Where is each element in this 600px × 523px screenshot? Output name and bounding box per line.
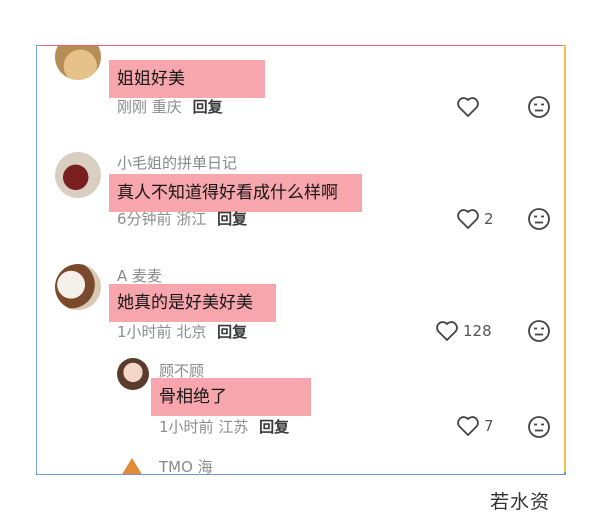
avatar[interactable] (55, 46, 101, 80)
heart-icon (457, 97, 479, 117)
comment-time: 1小时前 (117, 323, 172, 341)
comment-location: 北京 (176, 323, 207, 341)
comment-meta: 1小时前 江苏 回复 (159, 416, 289, 437)
comment-time: 刚刚 (117, 98, 148, 116)
avatar[interactable] (117, 358, 149, 390)
dislike-button[interactable] (527, 415, 551, 443)
comment-list[interactable]: 姐姐好美 刚刚 重庆 回复 小毛姐的拼单日记 真人不知道得好看成什么样啊 6分钟… (37, 46, 564, 474)
avatar[interactable] (55, 264, 101, 310)
heart-icon (457, 416, 479, 436)
reply-button[interactable]: 回复 (259, 418, 289, 436)
comment-username[interactable]: TMO 海 (159, 456, 213, 474)
like-count: 2 (484, 210, 494, 228)
watermark: 若水资 (490, 491, 551, 513)
comment-location: 江苏 (218, 418, 249, 436)
comment-meta: 6分钟前 浙江 回复 (117, 208, 247, 229)
dislike-face-icon (528, 416, 550, 438)
dislike-face-icon (528, 96, 550, 118)
dislike-face-icon (528, 208, 550, 230)
reply-button[interactable]: 回复 (217, 210, 247, 228)
like-button[interactable]: 128 (435, 320, 492, 342)
comment-username[interactable]: A 麦麦 (117, 265, 162, 286)
comment-text: 骨相绝了 (151, 378, 311, 416)
like-count: 128 (463, 322, 492, 340)
avatar[interactable] (121, 458, 143, 474)
like-button[interactable]: 2 (456, 208, 494, 230)
reply-button[interactable]: 回复 (217, 323, 247, 341)
comment-text: 她真的是好美好美 (109, 284, 276, 322)
like-button[interactable] (456, 96, 484, 118)
comment-meta: 1小时前 北京 回复 (117, 321, 247, 342)
comment-location: 浙江 (176, 210, 207, 228)
like-count: 7 (484, 417, 494, 435)
dislike-button[interactable] (527, 95, 551, 123)
comment-meta: 刚刚 重庆 回复 (117, 96, 223, 117)
heart-icon (436, 321, 458, 341)
comment-time: 1小时前 (159, 418, 214, 436)
comment-text: 真人不知道得好看成什么样啊 (109, 174, 362, 212)
comment-time: 6分钟前 (117, 210, 172, 228)
like-button[interactable]: 7 (456, 415, 494, 437)
reply-button[interactable]: 回复 (193, 98, 223, 116)
comment-text: 姐姐好美 (109, 60, 265, 98)
avatar[interactable] (55, 152, 101, 198)
heart-icon (457, 209, 479, 229)
comment-location: 重庆 (151, 98, 182, 116)
dislike-button[interactable] (527, 207, 551, 235)
comment-username[interactable]: 小毛姐的拼单日记 (117, 152, 237, 173)
dislike-button[interactable] (527, 319, 551, 347)
dislike-face-icon (528, 320, 550, 342)
